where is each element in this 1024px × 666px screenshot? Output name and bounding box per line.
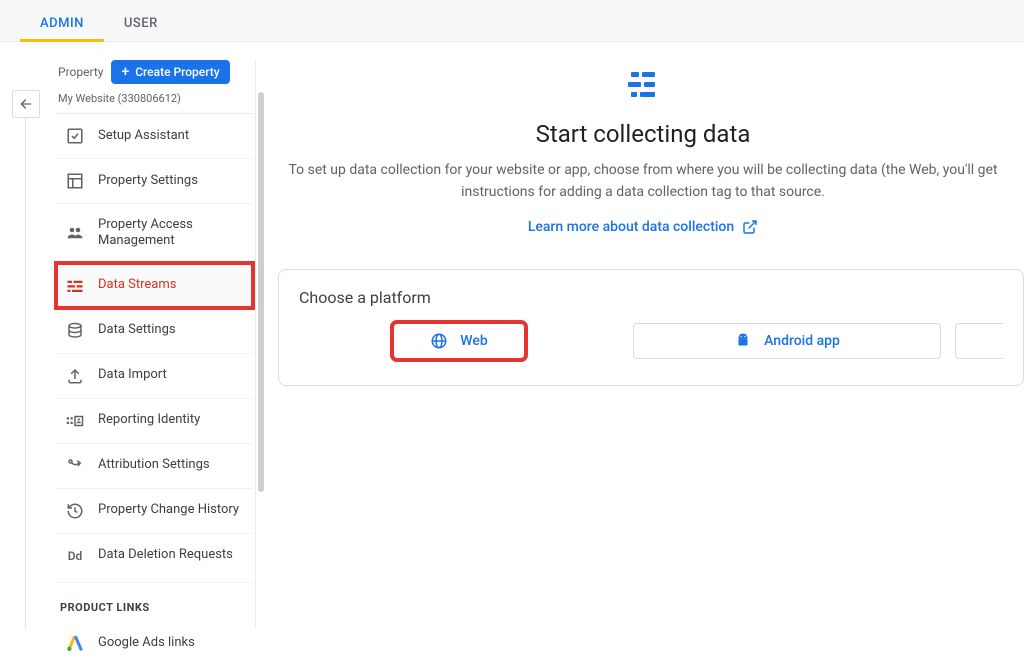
plus-icon: + xyxy=(121,65,129,79)
sidebar-item-attribution-settings[interactable]: Attribution Settings xyxy=(56,443,253,488)
check-square-icon xyxy=(66,127,84,145)
sidebar-item-label: Property Access Management xyxy=(98,217,245,250)
sidebar-item-change-history[interactable]: Property Change History xyxy=(56,488,253,533)
platform-web-button[interactable]: Web xyxy=(393,323,524,359)
dd-icon: Dd xyxy=(66,547,84,565)
create-property-label: Create Property xyxy=(135,65,219,79)
android-icon xyxy=(734,332,752,350)
sidebar: Property + Create Property My Website (3… xyxy=(12,42,262,628)
people-icon xyxy=(66,224,84,242)
platform-ios-button-partial[interactable] xyxy=(955,323,1003,359)
hero-title: Start collecting data xyxy=(262,120,1024,148)
sidebar-item-label: Google Ads links xyxy=(98,635,195,651)
sidebar-item-data-streams[interactable]: Data Streams xyxy=(56,263,253,308)
sidebar-item-label: Data Import xyxy=(98,367,167,383)
arrow-left-icon xyxy=(18,96,34,112)
sidebar-item-label: Data Settings xyxy=(98,322,176,338)
sidebar-item-property-access[interactable]: Property Access Management xyxy=(56,203,253,263)
choose-platform-title: Choose a platform xyxy=(299,288,1003,307)
product-links-header: PRODUCT LINKS xyxy=(56,582,253,622)
sidebar-item-label: Property Change History xyxy=(98,502,239,518)
sidebar-item-data-settings[interactable]: Data Settings xyxy=(56,308,253,353)
property-label: Property xyxy=(58,65,103,79)
data-streams-icon xyxy=(66,277,84,295)
sidebar-item-data-deletion[interactable]: Dd Data Deletion Requests xyxy=(56,533,253,578)
sidebar-item-google-ads-links[interactable]: Google Ads links xyxy=(56,622,253,666)
sidebar-item-data-import[interactable]: Data Import xyxy=(56,353,253,398)
platform-web-label: Web xyxy=(460,333,487,349)
globe-icon xyxy=(430,332,448,350)
sidebar-item-label: Attribution Settings xyxy=(98,457,210,473)
google-ads-icon xyxy=(66,635,84,653)
data-stream-hero-icon xyxy=(628,72,658,102)
sidebar-item-label: Data Streams xyxy=(98,277,176,293)
create-property-button[interactable]: + Create Property xyxy=(111,60,229,84)
choose-platform-card: Choose a platform Web Android app xyxy=(278,269,1024,386)
platform-android-button[interactable]: Android app xyxy=(633,323,941,359)
platform-android-label: Android app xyxy=(764,333,840,349)
tab-admin[interactable]: ADMIN xyxy=(20,4,104,41)
sidebar-item-label: Property Settings xyxy=(98,173,198,189)
sidebar-item-label: Data Deletion Requests xyxy=(98,547,233,563)
sidebar-item-reporting-identity[interactable]: Reporting Identity xyxy=(56,398,253,443)
sidebar-item-setup-assistant[interactable]: Setup Assistant xyxy=(56,114,253,158)
top-tabs: ADMIN USER xyxy=(0,0,1024,42)
learn-more-label: Learn more about data collection xyxy=(528,219,734,235)
sidebar-item-property-settings[interactable]: Property Settings xyxy=(56,158,253,203)
open-in-new-icon xyxy=(742,219,758,235)
attribution-icon xyxy=(66,457,84,475)
identity-icon xyxy=(66,412,84,430)
database-icon xyxy=(66,322,84,340)
sidebar-item-label: Reporting Identity xyxy=(98,412,200,428)
back-button[interactable] xyxy=(12,90,40,118)
learn-more-link[interactable]: Learn more about data collection xyxy=(528,219,758,235)
upload-icon xyxy=(66,367,84,385)
main-content: Start collecting data To set up data col… xyxy=(262,42,1024,628)
layout-icon xyxy=(66,172,84,190)
sidebar-item-label: Setup Assistant xyxy=(98,128,189,144)
tab-user[interactable]: USER xyxy=(104,4,178,41)
property-name: My Website (330806612) xyxy=(56,92,253,105)
hero-subtitle: To set up data collection for your websi… xyxy=(263,160,1023,203)
history-icon xyxy=(66,502,84,520)
